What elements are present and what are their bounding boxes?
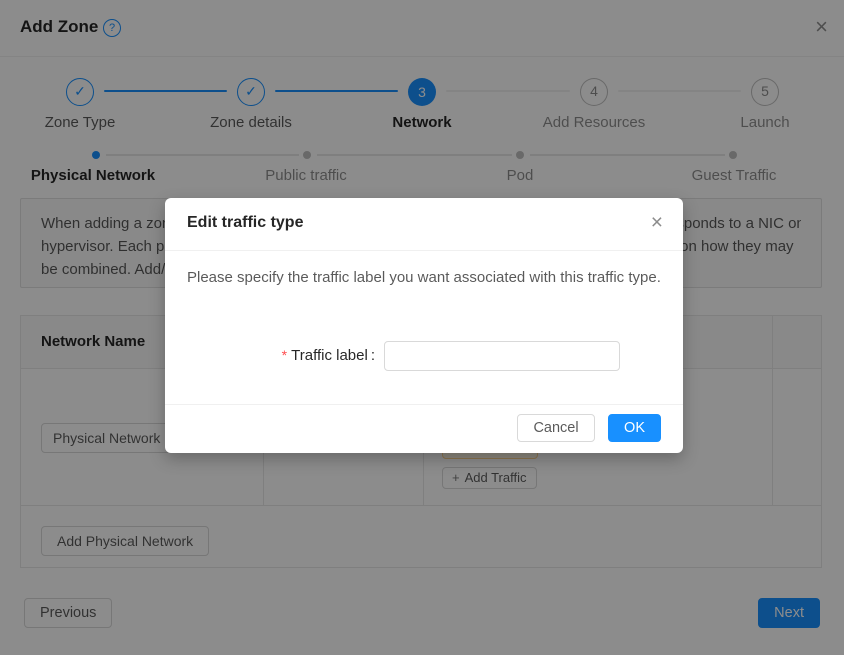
field-colon: :	[371, 347, 375, 364]
modal-description: Please specify the traffic label you wan…	[187, 266, 667, 289]
field-label-text: Traffic label	[291, 347, 368, 364]
modal-header: Edit traffic type ×	[165, 198, 683, 251]
modal-close-icon[interactable]: ×	[651, 210, 663, 236]
ok-button[interactable]: OK	[608, 414, 661, 442]
traffic-label-input[interactable]	[384, 341, 620, 371]
modal-footer: Cancel OK	[165, 404, 683, 453]
cancel-button[interactable]: Cancel	[517, 414, 594, 442]
add-zone-wizard: Add Zone ? × ✓ ✓ 3 4 5 Zone Type Zone de…	[0, 0, 844, 655]
traffic-label-field-row: *Traffic label:	[165, 340, 683, 370]
required-asterisk: *	[282, 347, 287, 363]
traffic-label-label: *Traffic label:	[165, 340, 375, 371]
edit-traffic-type-modal: Edit traffic type × Please specify the t…	[165, 198, 683, 453]
modal-title: Edit traffic type	[187, 214, 303, 232]
